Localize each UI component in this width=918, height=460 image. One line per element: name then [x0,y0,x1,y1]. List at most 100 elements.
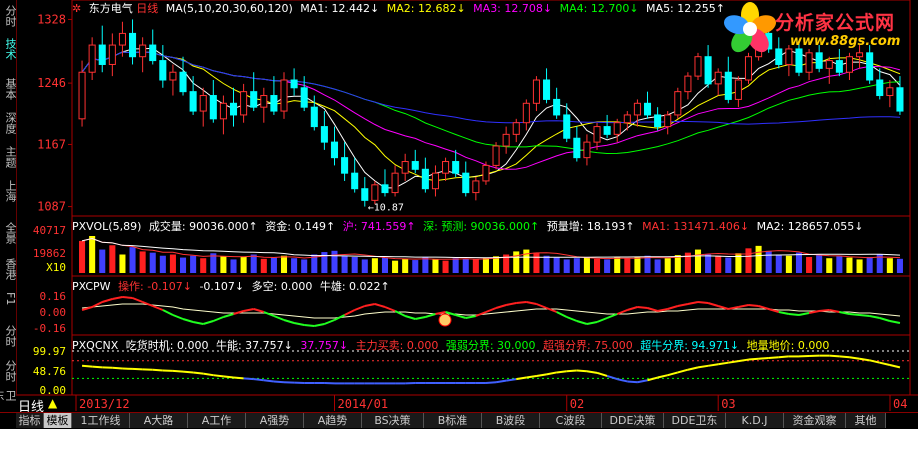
bottom-tab-13[interactable]: K.D.J [726,413,784,428]
cpw-line-segment [425,313,436,318]
candle-body [896,87,904,112]
ma-line-10 [81,51,901,182]
volume-header: PXVOL(5,89) 成交量: 90036.000↑ 资金: 0.149↑ 沪… [72,218,868,234]
side-tab-1[interactable]: 技术 [0,38,17,60]
volume-bar [513,251,520,273]
candle-body [149,44,157,62]
qcnx-line-segment [627,380,638,384]
cpw-line-segment [586,321,598,325]
qcnx-line-segment [182,370,194,374]
cpw-title[interactable]: PXCPW [72,280,111,293]
qcnx-line-segment [263,379,275,383]
vol-forecast: 预量增: 18.193↑ [546,220,635,233]
volume-bar [190,255,197,273]
cpw-line-segment [627,306,638,311]
candle-body [270,95,278,112]
qcnx-line-segment [849,356,860,360]
candle-body [118,32,126,46]
candle-body [421,168,429,190]
qcnx-line-segment [647,376,658,382]
volume-scale-label: X10 [46,261,66,274]
cpw-line-segment [606,313,618,319]
candle-body [593,126,601,143]
side-tab-5[interactable]: 上海 [0,180,17,202]
candle-body [543,79,551,100]
bottom-tab-12[interactable]: DDE卫东 [664,413,726,428]
qcnx-line-segment [223,375,234,379]
cpw-line-segment [566,316,578,322]
qcnx-tick-label: 99.97 [33,345,66,358]
bottom-tab-15[interactable]: 其他 [846,413,886,428]
bottom-tab-9[interactable]: B波段 [482,413,540,428]
vol-title[interactable]: PXVOL(5,89) [72,220,141,233]
cpw-line-segment [202,320,214,325]
qcnx-line-segment [526,374,537,379]
bottom-tab-8[interactable]: B标准 [424,413,482,428]
qcnx-timing: 吃货时机: 0.000 [125,339,209,352]
bottom-tab-2[interactable]: 1工作线 [72,413,130,428]
volume-bar [785,255,792,273]
candle-body [260,95,268,108]
qcnx-niuneng: 牛能: 37.757↓ [215,339,293,352]
qcnx-line-segment [728,360,739,364]
cpw-line-segment [132,297,144,303]
candle-body [613,122,621,135]
qcnx-line-segment [243,377,254,381]
side-tab-0[interactable]: 分时 [0,5,17,27]
qcnx-diji: 地量地价: 0.000 [746,339,830,352]
period-name[interactable]: 日线 [136,2,158,15]
cpw-line-segment [192,321,204,325]
settings-icon[interactable]: ✲ [72,2,81,15]
bottom-tab-14[interactable]: 资金观察 [784,413,846,428]
qcnx-line-segment [596,371,608,377]
cpw-line-segment [637,306,648,309]
ma-def: MA(5,10,20,30,60,120) [165,2,293,15]
bottom-tab-0[interactable]: 指标 [16,413,44,428]
volume-bar [493,256,500,273]
bottom-tab-5[interactable]: A强势 [246,413,304,428]
volume-bar [482,257,489,273]
cpw-line-segment [667,305,679,310]
side-tab-11[interactable]: 卫东 [0,390,17,401]
side-tab-9[interactable]: 分时 [0,325,17,347]
bottom-tab-11[interactable]: DDE决策 [602,413,664,428]
stock-name[interactable]: 东方电气 [89,2,133,15]
ma1-value: MA1: 12.442↓ [300,2,380,15]
candle-body [654,114,662,128]
qcnx-line-segment [889,364,901,369]
qcnx-title[interactable]: PXQCNX [72,339,118,352]
cpw-line-segment [596,317,608,323]
volume-bar [573,258,580,273]
candle-body [189,91,197,112]
cpw-line-segment [526,301,537,305]
qcnx-v2: 37.757↓ [300,339,349,352]
side-tab-4[interactable]: 主题 [0,146,17,168]
bottom-tab-7[interactable]: BS决策 [362,413,424,428]
logo: 分析家公式网 www.88gs.com [720,0,918,58]
side-tab-8[interactable]: F1 [0,292,17,305]
candle-body [886,87,894,97]
volume-bar [795,252,803,273]
volume-bar [280,255,288,273]
bottom-tab-10[interactable]: C波段 [540,413,602,428]
cpw-line-segment [465,315,477,319]
side-tab-6[interactable]: 全景 [0,222,17,244]
candle-body [694,56,702,77]
bottom-tab-3[interactable]: A大路 [130,413,188,428]
side-tab-7[interactable]: 香港 [0,258,17,280]
bottom-tab-6[interactable]: A趋势 [304,413,362,428]
side-tab-3[interactable]: 深度 [0,112,17,134]
qcnx-line-segment [879,361,891,367]
bottom-tab-4[interactable]: A工作 [188,413,246,428]
date-mark-label: 03 [721,397,735,411]
side-tab-10[interactable]: 分时 [0,360,17,382]
candle-body [300,87,308,108]
side-tab-2[interactable]: 基本 [0,78,17,100]
candle-body [442,161,450,174]
volume-bar [826,258,833,273]
volume-bar [432,259,439,273]
period-up-icon[interactable]: ▲ [48,396,57,410]
date-mark-label: 04 [893,397,907,411]
volume-bar [674,255,681,273]
bottom-tab-1[interactable]: 模板 [44,413,72,428]
